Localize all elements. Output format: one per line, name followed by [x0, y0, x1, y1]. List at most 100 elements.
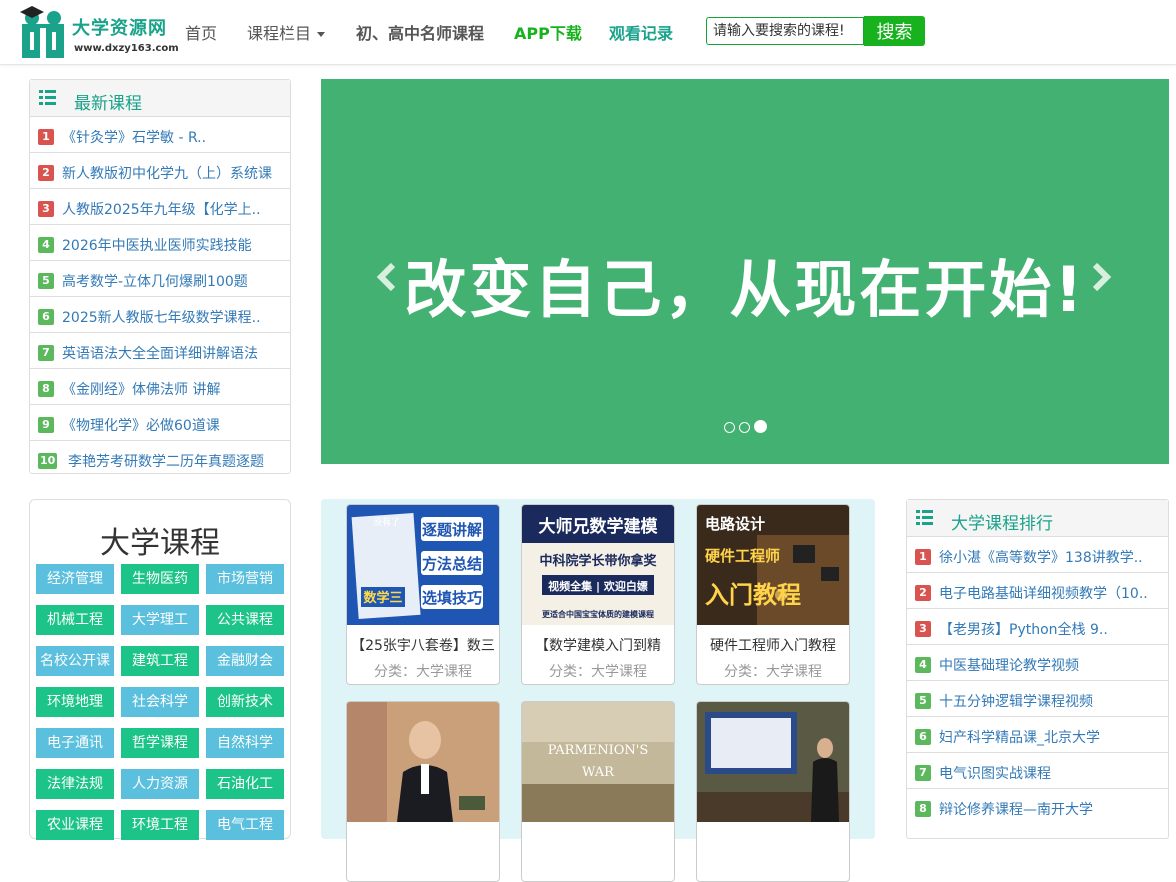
rank-badge: 2	[915, 585, 931, 601]
list-item[interactable]: 6 2025新人教版七年级数学课程..	[30, 297, 290, 333]
list-item[interactable]: 10 李艳芳考研数学二历年真题逐题	[30, 441, 290, 477]
card-title[interactable]: 【25张宇八套卷】数三	[347, 635, 499, 655]
chevron-right-icon[interactable]	[1087, 262, 1115, 292]
list-item[interactable]: 1 《针灸学》石学敏 - R..	[30, 117, 290, 153]
rank-badge: 7	[915, 765, 931, 781]
list-item[interactable]: 1 徐小湛《高等数学》138讲教学..	[907, 537, 1168, 573]
category-tag[interactable]: 电气工程	[206, 810, 284, 840]
card-category: 分类：大学课程	[549, 664, 647, 680]
thumb-text: 中科院学长带你拿奖	[539, 553, 657, 569]
course-link[interactable]: 《针灸学》石学敏 - R..	[62, 127, 206, 147]
course-card[interactable]: 大师兄数学建模 中科院学长带你拿奖 视频全集 | 欢迎白嫖 更适合中国宝宝体质的…	[521, 504, 675, 685]
course-link[interactable]: 高考数学-立体几何爆刷100题	[62, 271, 248, 291]
course-link[interactable]: 2025新人教版七年级数学课程..	[62, 307, 261, 327]
carousel-dot[interactable]	[724, 422, 735, 433]
category-tag[interactable]: 生物医药	[121, 564, 199, 594]
thumb-text: 数学三	[363, 590, 402, 606]
category-tag[interactable]: 石油化工	[206, 769, 284, 799]
list-item[interactable]: 2 新人教版初中化学九（上）系统课	[30, 153, 290, 189]
carousel-indicators	[724, 418, 771, 437]
rank-badge: 10	[38, 453, 58, 469]
search-input[interactable]	[706, 17, 864, 45]
category-tag[interactable]: 哲学课程	[121, 728, 199, 758]
category-tag[interactable]: 自然科学	[206, 728, 284, 758]
list-item[interactable]: 5 高考数学-立体几何爆刷100题	[30, 261, 290, 297]
site-logo[interactable]: 大学资源网 www.dxzy163.com	[16, 6, 179, 60]
course-link[interactable]: 英语语法大全全面详细讲解语法	[62, 343, 258, 363]
course-ranking-header: 大学课程排行	[907, 500, 1168, 537]
category-tag[interactable]: 名校公开课	[36, 646, 114, 676]
list-item[interactable]: 3 人教版2025年九年级【化学上..	[30, 189, 290, 225]
university-courses-title: 大学课程	[100, 526, 220, 561]
course-link[interactable]: 人教版2025年九年级【化学上..	[62, 199, 261, 219]
list-item[interactable]: 9 《物理化学》必做60道课	[30, 405, 290, 441]
carousel-dot[interactable]	[739, 422, 750, 433]
course-link[interactable]: 中医基础理论教学视频	[939, 655, 1079, 675]
rank-badge: 7	[38, 345, 54, 361]
course-link[interactable]: 《金刚经》体佛法师 讲解	[62, 379, 220, 399]
rank-badge: 1	[915, 549, 931, 565]
course-link[interactable]: 李艳芳考研数学二历年真题逐题	[68, 451, 264, 471]
category-tag[interactable]: 建筑工程	[121, 646, 199, 676]
list-item[interactable]: 8 《金刚经》体佛法师 讲解	[30, 369, 290, 405]
category-tag[interactable]: 经济管理	[36, 564, 114, 594]
course-thumbnail: PARMENION'S WAR	[522, 702, 674, 822]
category-tag[interactable]: 机械工程	[36, 605, 114, 635]
list-item[interactable]: 5 十五分钟逻辑学课程视频	[907, 681, 1168, 717]
category-tag[interactable]: 环境地理	[36, 687, 114, 717]
list-item[interactable]: 4 2026年中医执业医师实践技能	[30, 225, 290, 261]
list-item[interactable]: 2 电子电路基础详细视频教学（10..	[907, 573, 1168, 609]
category-tag[interactable]: 创新技术	[206, 687, 284, 717]
course-link[interactable]: 《物理化学》必做60道课	[62, 415, 220, 435]
course-card[interactable]	[696, 701, 850, 882]
card-category: 分类：大学课程	[724, 664, 822, 680]
nav-home[interactable]: 首页	[185, 20, 217, 44]
course-ranking-list: 1 徐小湛《高等数学》138讲教学.. 2 电子电路基础详细视频教学（10.. 3 【…	[907, 537, 1168, 825]
category-tag[interactable]: 金融财会	[206, 646, 284, 676]
category-tag[interactable]: 社会科学	[121, 687, 199, 717]
nav-course-columns[interactable]: 课程栏目	[247, 20, 326, 44]
nav-teacher-courses[interactable]: 初、高中名师课程	[356, 20, 484, 44]
course-card[interactable]: PARMENION'S WAR	[521, 701, 675, 882]
carousel-dot-active[interactable]	[754, 420, 767, 433]
list-item[interactable]: 7 电气识图实战课程	[907, 753, 1168, 789]
list-item[interactable]: 6 妇产科学精品课_北京大学	[907, 717, 1168, 753]
card-title[interactable]: 【数学建模入门到精	[522, 635, 674, 655]
latest-courses-panel: 最新课程 1 《针灸学》石学敏 - R.. 2 新人教版初中化学九（上）系统课 3人…	[29, 79, 291, 474]
course-link[interactable]: 电气识图实战课程	[939, 763, 1051, 783]
list-item[interactable]: 8 辩论修养课程—南开大学	[907, 789, 1168, 825]
course-card[interactable]	[346, 701, 500, 882]
thumb-text: 电路设计	[705, 515, 765, 533]
course-card[interactable]: 逐题讲解 方法总结 选填技巧 没有了 数学三 【25张宇八套卷】数三 分类：大学…	[346, 504, 500, 685]
nav-app-download[interactable]: APP下载	[514, 20, 582, 44]
rank-badge: 9	[38, 417, 54, 433]
list-item[interactable]: 7 英语语法大全全面详细讲解语法	[30, 333, 290, 369]
category-tag[interactable]: 人力资源	[121, 769, 199, 799]
course-link[interactable]: 妇产科学精品课_北京大学	[939, 727, 1100, 747]
banner-carousel[interactable]: 改变自己，从现在开始!	[321, 79, 1169, 464]
list-item[interactable]: 4 中医基础理论教学视频	[907, 645, 1168, 681]
course-link[interactable]: 十五分钟逻辑学课程视频	[939, 691, 1093, 711]
course-thumbnail: 电路设计 硬件工程师 入门教程	[697, 505, 849, 625]
search-button[interactable]: 搜索	[864, 16, 925, 46]
nav-watch-history[interactable]: 观看记录	[609, 20, 673, 44]
category-tag[interactable]: 大学理工	[121, 605, 199, 635]
list-item[interactable]: 3 【老男孩】Python全栈 9..	[907, 609, 1168, 645]
list-icon	[39, 90, 56, 105]
category-tag[interactable]: 农业课程	[36, 810, 114, 840]
course-link[interactable]: 辩论修养课程—南开大学	[939, 799, 1093, 819]
rank-badge: 8	[915, 801, 931, 817]
category-tag[interactable]: 市场营销	[206, 564, 284, 594]
course-link[interactable]: 徐小湛《高等数学》138讲教学..	[939, 547, 1143, 567]
course-link[interactable]: 【老男孩】Python全栈 9..	[939, 619, 1108, 639]
course-link[interactable]: 2026年中医执业医师实践技能	[62, 235, 252, 255]
latest-courses-title: 最新课程	[74, 94, 142, 114]
category-tag[interactable]: 公共课程	[206, 605, 284, 635]
course-card[interactable]: 电路设计 硬件工程师 入门教程 硬件工程师入门教程 分类：大学课程	[696, 504, 850, 685]
category-tag[interactable]: 法律法规	[36, 769, 114, 799]
category-tag[interactable]: 电子通讯	[36, 728, 114, 758]
card-title[interactable]: 硬件工程师入门教程	[697, 635, 849, 655]
course-link[interactable]: 新人教版初中化学九（上）系统课	[62, 163, 272, 183]
category-tag[interactable]: 环境工程	[121, 810, 199, 840]
course-link[interactable]: 电子电路基础详细视频教学（10..	[939, 583, 1148, 603]
